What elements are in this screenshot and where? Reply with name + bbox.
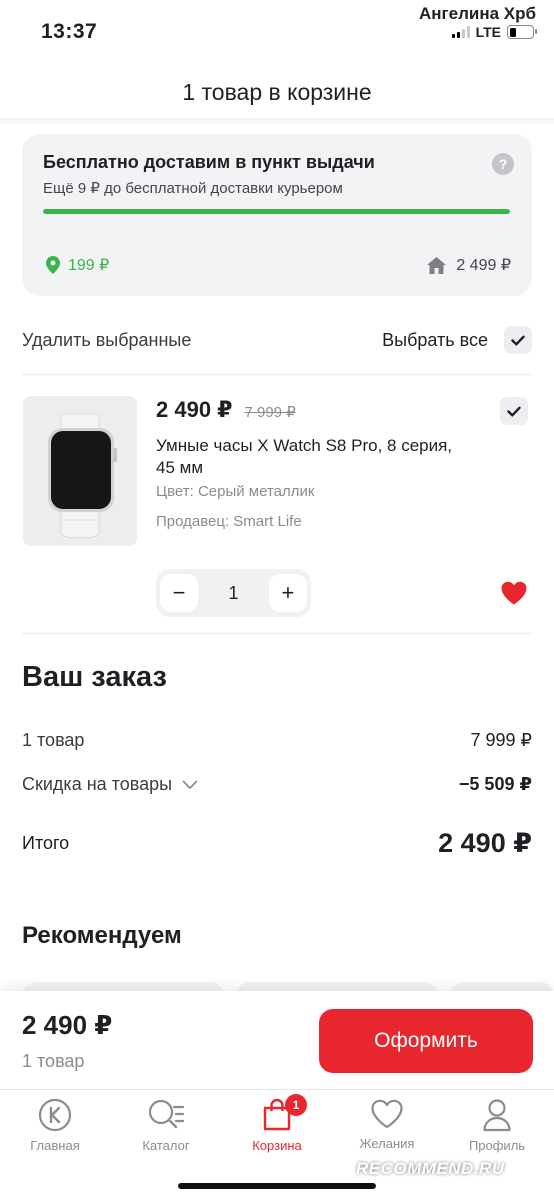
cart-badge: 1 (285, 1094, 307, 1116)
quantity-stepper: − 1 + (156, 569, 311, 617)
tab-profile-label: Профиль (468, 1138, 526, 1153)
pickup-option: 199 ₽ (46, 255, 109, 275)
battery-icon (507, 25, 537, 39)
heart-icon (501, 581, 527, 605)
checkout-price: 2 490 ₽ (22, 1010, 113, 1040)
heart-icon (371, 1099, 403, 1129)
tab-profile[interactable]: Профиль (447, 1098, 547, 1153)
help-icon[interactable]: ? (492, 153, 514, 175)
tab-cart[interactable]: 1 Корзина (227, 1094, 327, 1153)
product-image[interactable] (23, 396, 137, 546)
home-k-icon (38, 1098, 72, 1132)
total-label: Итого (22, 833, 70, 853)
watermark: RECOMMEND.RU (356, 1159, 505, 1178)
delivery-progress (43, 209, 510, 214)
pickup-price: 199 ₽ (68, 257, 110, 274)
product-price-row: 2 490 ₽ 7 999 ₽ (156, 397, 296, 423)
checkmark-icon (507, 406, 521, 416)
chevron-down-icon (182, 780, 198, 789)
select-all-control[interactable]: Выбрать все (382, 326, 532, 354)
status-indicators: LTE (451, 24, 537, 40)
status-owner-name: Ангелина Хрб (419, 4, 536, 23)
smartwatch-image (23, 396, 137, 546)
tab-wishlist[interactable]: Желания (337, 1098, 437, 1151)
discount-value: −5 509 ₽ (458, 774, 532, 794)
product-name[interactable]: Умные часы X Watch S8 Pro, 8 серия, 45 м… (156, 435, 456, 479)
total-value: 2 490 ₽ (438, 828, 532, 858)
order-total-row: Итого 2 490 ₽ (22, 828, 532, 859)
delivery-title: Бесплатно доставим в пункт выдачи (43, 152, 375, 172)
divider (22, 374, 532, 375)
product-seller[interactable]: Продавец: Smart Life (156, 513, 302, 530)
delivery-card: Бесплатно доставим в пункт выдачи Ещё 9 … (22, 134, 532, 296)
product-color: Цвет: Серый металлик (156, 483, 315, 500)
order-items-label: 1 товар (22, 730, 85, 750)
header-divider (0, 118, 554, 126)
select-all-label: Выбрать все (382, 329, 488, 350)
delivery-subtitle: Ещё 9 ₽ до бесплатной доставки курьером (43, 180, 343, 197)
signal-icon (451, 26, 470, 38)
home-indicator[interactable] (178, 1183, 376, 1189)
tab-catalog-label: Каталог (142, 1138, 190, 1153)
decrease-quantity-button[interactable]: − (160, 574, 198, 612)
order-title: Ваш заказ (22, 661, 167, 693)
discount-toggle[interactable]: Скидка на товары (22, 774, 198, 795)
location-pin-icon (46, 256, 60, 274)
tab-home-label: Главная (30, 1138, 80, 1153)
house-icon (427, 256, 447, 274)
page-title: 1 товар в корзине (182, 79, 372, 105)
tab-wishlist-label: Желания (359, 1136, 415, 1151)
order-items-row: 1 товар 7 999 ₽ (22, 730, 532, 751)
courier-price: 2 499 ₽ (456, 257, 511, 274)
delete-selected-button[interactable]: Удалить выбранные (22, 330, 191, 351)
recommend-title: Рекомендуем (22, 922, 182, 949)
product-old-price: 7 999 ₽ (244, 404, 296, 421)
status-time: 13:37 (41, 20, 98, 43)
courier-option: 2 499 ₽ (427, 255, 511, 275)
divider (22, 633, 532, 634)
select-all-checkbox[interactable] (504, 326, 532, 354)
tab-cart-label: Корзина (252, 1138, 302, 1153)
order-discount-row: Скидка на товары −5 509 ₽ (22, 774, 532, 795)
checkout-button[interactable]: Оформить (319, 1009, 533, 1073)
product-price: 2 490 ₽ (156, 397, 233, 422)
product-checkbox[interactable] (500, 397, 528, 425)
checkmark-icon (511, 335, 525, 345)
profile-icon (483, 1099, 511, 1132)
tab-home[interactable]: Главная (5, 1098, 105, 1153)
add-to-wishlist-button[interactable] (500, 580, 528, 606)
network-type: LTE (475, 24, 501, 40)
delivery-progress-fill (43, 209, 510, 214)
selection-row: Удалить выбранные Выбрать все (22, 320, 532, 360)
quantity-value: 1 (228, 582, 239, 603)
increase-quantity-button[interactable]: + (268, 574, 307, 612)
checkout-bar: 2 490 ₽ 1 товар Оформить (0, 991, 554, 1089)
checkout-count: 1 товар (22, 1051, 85, 1071)
order-items-value: 7 999 ₽ (470, 730, 533, 750)
discount-label: Скидка на товары (22, 774, 173, 794)
catalog-search-icon (148, 1099, 185, 1129)
tab-catalog[interactable]: Каталог (116, 1098, 216, 1153)
